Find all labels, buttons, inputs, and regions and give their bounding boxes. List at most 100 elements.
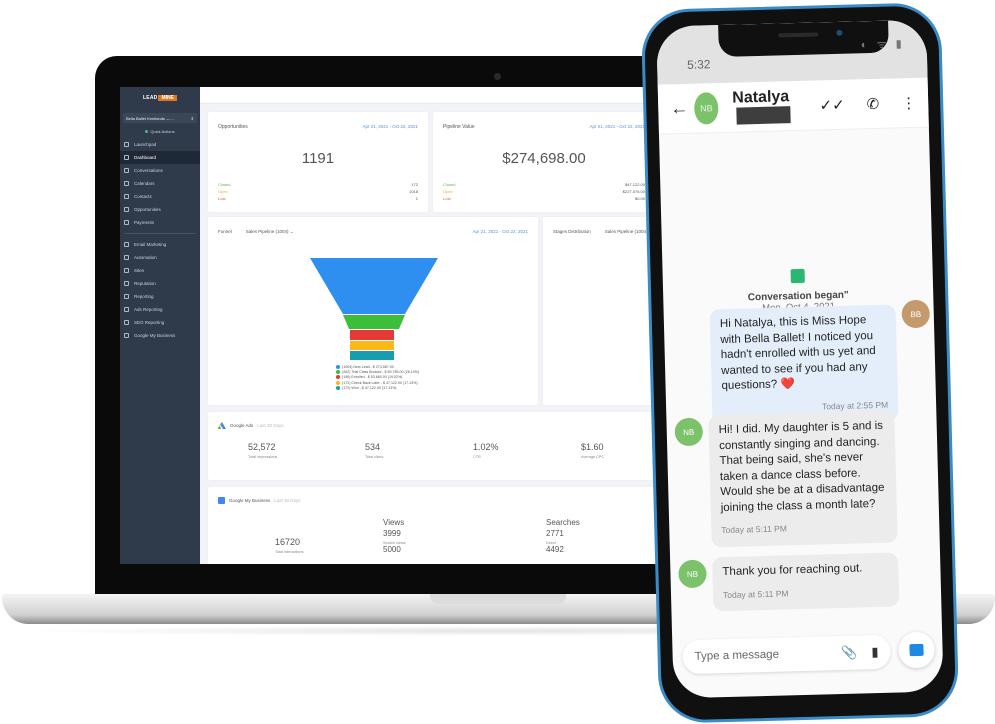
message-text: Thank you for reaching out. [722, 562, 863, 579]
laptop-trackpad-notch [430, 594, 566, 604]
redacted-surname [736, 105, 791, 125]
metric-ctr: 1.02% CTR [473, 442, 499, 459]
date-range[interactable]: Apr 21, 2021 - Oct 22, 2021 [589, 124, 645, 129]
date-range[interactable]: Apr 21, 2021 - Oct 22, 2021 [472, 229, 528, 234]
sidebar-item-label: Email Marketing [134, 242, 167, 247]
sidebar-item-launchpad[interactable]: Launchpad [120, 138, 200, 151]
ads-reporting-icon [124, 307, 129, 312]
sidebar-item-label: Sites [134, 268, 145, 273]
more-options-icon[interactable]: ⋮ [901, 93, 916, 111]
sidebar-item-label: Opportunities [134, 207, 161, 212]
gmb-views: Views 3999 Search views 5000 [383, 518, 406, 554]
status-icons: ◐ ᯤ ▮ [860, 38, 905, 52]
sidebar-item-dashboard[interactable]: Dashboard [120, 151, 200, 164]
sidebar-item-sites[interactable]: Sites [120, 264, 200, 277]
laptop-camera [494, 73, 501, 80]
funnel-title: Funnel [218, 229, 232, 234]
sidebar-item-label: Contacts [134, 194, 152, 199]
stat-open: Open $227,576.00 [443, 189, 645, 194]
sites-icon [124, 268, 129, 273]
funnel-chart [310, 258, 438, 360]
sidebar-item-payments[interactable]: Payments [120, 216, 200, 229]
main-content: Opportunities Apr 21, 2021 - Oct 22, 202… [200, 87, 660, 564]
message-incoming[interactable]: Hi! I did. My daughter is 5 and is const… [708, 410, 898, 547]
sidebar-item-seo-reporting[interactable]: SEO Reporting [120, 316, 200, 329]
sidebar-item-automation[interactable]: Automation [120, 251, 200, 264]
date-range[interactable]: Apr 21, 2021 - Oct 22, 2021 [362, 124, 418, 129]
funnel-stage-new-lead [310, 258, 438, 314]
funnel-stage-won [350, 351, 394, 360]
front-camera [836, 29, 843, 36]
legend-item: (172) Won - $ 47,122.00 (17.13%) [336, 386, 419, 391]
document-icon[interactable]: ▮ [871, 644, 879, 660]
pipeline-value-card: Pipeline Value Apr 21, 2021 - Oct 22, 20… [433, 112, 655, 212]
attachment-icon[interactable]: 📎 [841, 645, 858, 661]
nav-divider [124, 233, 196, 234]
sender-avatar: BB [901, 299, 931, 329]
sidebar-item-conversations[interactable]: Conversations [120, 164, 200, 177]
stat-open: Open 1018 [218, 189, 418, 194]
dashboard-screen: LEAD MINE Bella Ballet Kentlands — ... ⇕ Q… [120, 87, 660, 564]
card-title: Pipeline Value [443, 124, 475, 130]
message-incoming[interactable]: Thank you for reaching out. Today at 5:1… [712, 552, 900, 612]
sidebar-item-google-my-business[interactable]: Google My Business [120, 329, 200, 342]
dashboard-icon [124, 155, 129, 160]
funnel-header: Funnel Sales Pipeline (1004) ⌄ [218, 229, 294, 235]
phone-call-icon[interactable]: ✆ [866, 94, 879, 112]
quick-actions[interactable]: Quick Actions [120, 129, 200, 134]
google-my-business-icon [124, 333, 129, 338]
stat-lost: Lost 1 [218, 196, 418, 201]
metric-clicks: 534 Total clicks [365, 442, 384, 459]
opportunities-card: Opportunities Apr 21, 2021 - Oct 22, 202… [208, 112, 428, 212]
payments-icon [124, 220, 129, 225]
message-outgoing[interactable]: Hi Natalya, this is Miss Hope with Bella… [709, 304, 899, 426]
sidebar-item-label: Dashboard [134, 155, 157, 160]
sidebar-item-email-marketing[interactable]: Email Marketing [120, 238, 200, 251]
message-placeholder: Type a message [694, 648, 780, 663]
reputation-icon [124, 281, 129, 286]
stages-pipeline-select[interactable]: Sales Pipeline (1004) [605, 229, 648, 234]
seo-reporting-icon [124, 320, 129, 325]
metric-impressions: 52,572 Total impressions [248, 442, 278, 459]
sidebar-item-reporting[interactable]: Reporting [120, 290, 200, 303]
contact-avatar-small: NB [678, 559, 707, 589]
google-ads-card: Google Ads Last 30 Days 52,572 Total impre… [208, 412, 660, 480]
opportunities-total: 1191 [301, 150, 335, 167]
stages-distribution-card: Stages Distribution Sales Pipeline (1004… [543, 217, 660, 405]
sidebar-item-ads-reporting[interactable]: Ads Reporting [120, 303, 200, 316]
message-timestamp: Today at 5:11 PM [722, 587, 789, 600]
contact-avatar-small: NB [674, 417, 704, 447]
sidebar-item-calendars[interactable]: Calendars [120, 177, 200, 190]
calendars-icon [124, 181, 129, 186]
pipeline-select[interactable]: Sales Pipeline (1004) ⌄ [246, 229, 294, 235]
stages-title: Stages Distribution [553, 229, 591, 234]
account-switcher[interactable]: Bella Ballet Kentlands — ... ⇕ [123, 113, 197, 123]
sidebar-item-contacts[interactable]: Contacts [120, 190, 200, 203]
status-bar: 5:32 ◐ ᯤ ▮ [656, 19, 928, 85]
sidebar-item-label: Ads Reporting [134, 307, 163, 312]
contact-avatar[interactable]: NB [693, 91, 719, 125]
sidebar-item-opportunities[interactable]: Opportunities [120, 203, 200, 216]
email-marketing-icon [124, 242, 129, 247]
sidebar-item-label: Reputation [134, 281, 156, 286]
stat-lost: Lost $0.00 [443, 196, 645, 201]
sidebar-item-label: Automation [134, 255, 157, 260]
conversations-icon [124, 168, 129, 173]
sidebar: LEAD MINE Bella Ballet Kentlands — ... ⇕ Q… [120, 87, 200, 564]
back-arrow-icon[interactable]: ← [670, 98, 689, 119]
funnel-stage-enrolled [350, 330, 394, 340]
gmb-icon [218, 497, 225, 504]
status-time: 5:32 [686, 57, 711, 72]
sidebar-item-label: Reporting [134, 294, 154, 299]
message-input[interactable]: Type a message 📎 ▮ [682, 634, 892, 675]
sidebar-item-label: Google My Business [134, 333, 176, 338]
send-button[interactable] [898, 631, 936, 669]
pipeline-total: $274,698.00 [502, 150, 586, 167]
sidebar-item-label: Calendars [134, 181, 155, 186]
reporting-icon [124, 294, 129, 299]
automation-icon [124, 255, 129, 260]
launchpad-icon [124, 142, 129, 147]
sidebar-item-label: Conversations [134, 168, 163, 173]
sidebar-item-reputation[interactable]: Reputation [120, 277, 200, 290]
double-check-icon[interactable]: ✓✓ [819, 95, 845, 114]
